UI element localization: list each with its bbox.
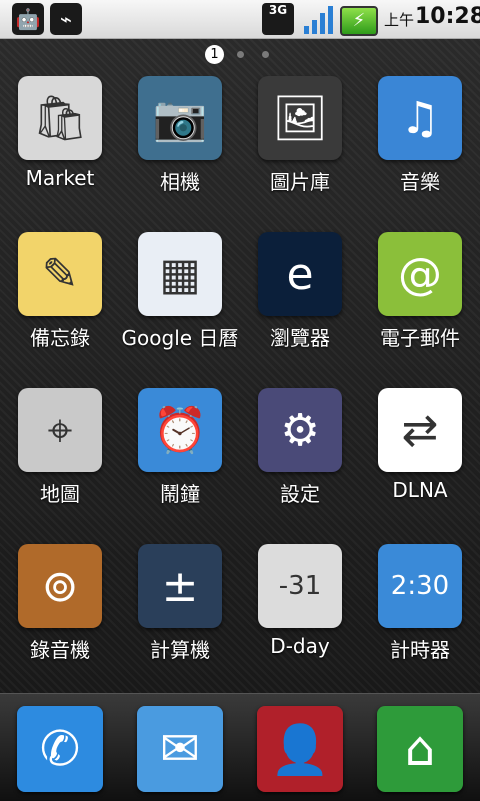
status-bar[interactable]: 🤖 ⌁ 3G ⚡ 上午 10:28: [0, 0, 480, 39]
app-maps[interactable]: ⌖ 地圖: [0, 388, 120, 538]
app-label: 音樂: [400, 170, 440, 194]
app-browser-globe[interactable]: e 瀏覽器: [240, 232, 360, 382]
page-dot: [262, 51, 269, 58]
memo-icon: ✎: [18, 232, 102, 316]
dock: ✆ ✉ 👤 ⌂: [0, 693, 480, 801]
app-memo[interactable]: ✎ 備忘錄: [0, 232, 120, 382]
app-label: 鬧鐘: [160, 482, 200, 506]
app-label: 圖片庫: [270, 170, 330, 194]
app-settings-gear[interactable]: ⚙ 設定: [240, 388, 360, 538]
app-calendar[interactable]: ▦ Google 日曆: [120, 232, 240, 382]
signal-icon: [304, 6, 333, 34]
app-timer[interactable]: 2:30 計時器: [360, 544, 480, 694]
app-email[interactable]: @ 電子郵件: [360, 232, 480, 382]
app-label: Google 日曆: [121, 326, 239, 350]
app-calculator[interactable]: ± 計算機: [120, 544, 240, 694]
ampm-label: 上午: [384, 11, 415, 29]
app-label: 計算機: [150, 638, 210, 662]
clock-time: 10:28: [415, 4, 480, 29]
market-bag-icon: 🛍: [18, 76, 102, 160]
battery-charging-icon: ⚡: [340, 6, 378, 36]
app-label: 電子郵件: [380, 326, 460, 350]
browser-globe-icon: e: [258, 232, 342, 316]
android-debug-icon: 🤖: [12, 3, 44, 35]
page-indicator: 1: [0, 45, 480, 65]
app-label: 錄音機: [30, 638, 90, 662]
app-camera[interactable]: 📷 相機: [120, 76, 240, 226]
app-label: 設定: [280, 482, 320, 506]
home-icon[interactable]: ⌂: [377, 706, 463, 792]
music-icon: ♫: [378, 76, 462, 160]
app-music[interactable]: ♫ 音樂: [360, 76, 480, 226]
dlna-icon: ⇄: [378, 388, 462, 472]
app-dday-counter[interactable]: -31 D-day: [240, 544, 360, 694]
page-dot: [237, 51, 244, 58]
alarm-clock-icon: ⏰: [138, 388, 222, 472]
gallery-icon: 🖼: [258, 76, 342, 160]
dday-counter-icon: -31: [258, 544, 342, 628]
voice-recorder-icon: ⊚: [18, 544, 102, 628]
app-label: DLNA: [392, 478, 448, 502]
3g-icon: 3G: [262, 3, 294, 35]
app-dlna[interactable]: ⇄ DLNA: [360, 388, 480, 538]
app-label: 計時器: [390, 638, 450, 662]
app-label: 瀏覽器: [270, 326, 330, 350]
app-label: D-day: [270, 634, 330, 658]
usb-icon: ⌁: [50, 3, 82, 35]
app-alarm-clock[interactable]: ⏰ 鬧鐘: [120, 388, 240, 538]
contacts-icon[interactable]: 👤: [257, 706, 343, 792]
app-gallery[interactable]: 🖼 圖片庫: [240, 76, 360, 226]
calendar-icon: ▦: [138, 232, 222, 316]
messaging-icon[interactable]: ✉: [137, 706, 223, 792]
settings-gear-icon: ⚙: [258, 388, 342, 472]
phone-icon[interactable]: ✆: [17, 706, 103, 792]
camera-icon: 📷: [138, 76, 222, 160]
app-label: Market: [25, 166, 95, 190]
timer-icon: 2:30: [378, 544, 462, 628]
page-dot-active: 1: [205, 45, 224, 64]
app-label: 地圖: [40, 482, 80, 506]
app-market-bag[interactable]: 🛍 Market: [0, 76, 120, 226]
calculator-icon: ±: [138, 544, 222, 628]
app-label: 備忘錄: [30, 326, 90, 350]
app-voice-recorder[interactable]: ⊚ 錄音機: [0, 544, 120, 694]
maps-icon: ⌖: [18, 388, 102, 472]
email-icon: @: [378, 232, 462, 316]
app-label: 相機: [160, 170, 200, 194]
